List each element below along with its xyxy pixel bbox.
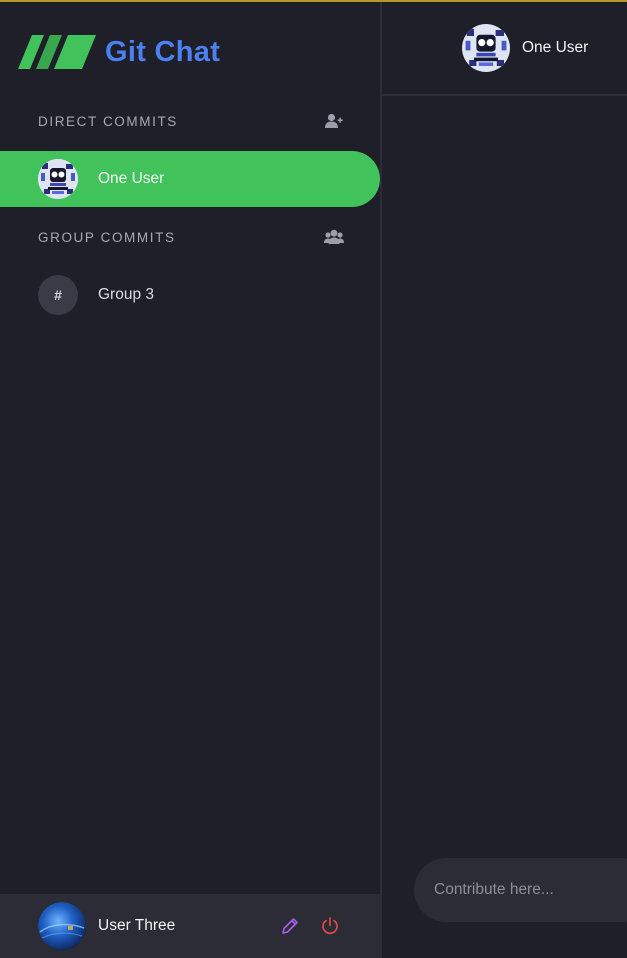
current-user-name: User Three [98, 917, 176, 934]
sidebar: Git Chat DIRECT COMMITS One User GROUP C… [0, 2, 380, 958]
direct-commits-header: DIRECT COMMITS [38, 110, 344, 132]
pencil-icon[interactable] [278, 914, 302, 938]
message-input[interactable] [434, 881, 627, 899]
group-users-icon[interactable] [324, 228, 344, 246]
chat-panel: One User [382, 2, 627, 958]
blue-planet-avatar[interactable] [38, 902, 86, 950]
current-user-bar: User Three [0, 894, 380, 958]
power-icon[interactable] [318, 914, 342, 938]
chat-header-name: One User [522, 39, 589, 56]
group-commits-header: GROUP COMMITS [38, 226, 344, 248]
direct-commits-title: DIRECT COMMITS [38, 113, 178, 129]
app-window: Git Chat DIRECT COMMITS One User GROUP C… [0, 0, 627, 958]
group-commits-title: GROUP COMMITS [38, 229, 176, 245]
pixel-robot-avatar [462, 24, 510, 72]
pixel-robot-avatar [38, 159, 78, 199]
hash-avatar: # [38, 275, 78, 315]
brand: Git Chat [18, 34, 220, 70]
add-user-icon[interactable] [324, 112, 344, 130]
group-item-group-3[interactable]: # Group 3 [0, 267, 380, 323]
direct-item-one-user[interactable]: One User [0, 151, 380, 207]
message-composer [414, 858, 627, 922]
app-title: Git Chat [105, 35, 221, 68]
triple-slash-logo-icon [18, 35, 96, 69]
group-item-label: Group 3 [98, 286, 155, 303]
direct-item-label: One User [98, 170, 165, 187]
chat-header: One User [382, 2, 627, 96]
